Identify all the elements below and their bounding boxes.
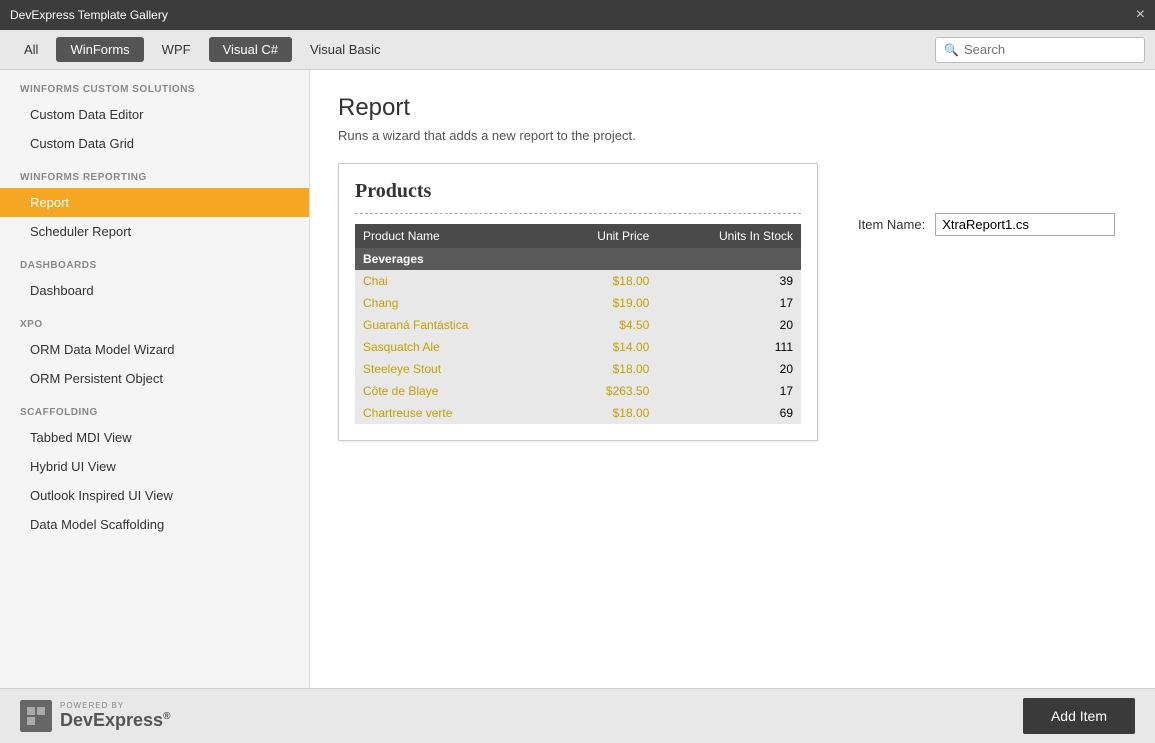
content-title: Report xyxy=(338,94,1127,122)
sidebar: WinForms Custom SolutionsCustom Data Edi… xyxy=(0,70,310,688)
sidebar-section-label: Scaffolding xyxy=(0,393,309,423)
sidebar-item-tabbed-mdi-view[interactable]: Tabbed MDI View xyxy=(0,423,309,452)
sidebar-section-label: Dashboards xyxy=(0,246,309,276)
item-name-label: Item Name: xyxy=(858,217,925,232)
tab-visual-basic[interactable]: Visual Basic xyxy=(296,37,395,62)
title-bar-title: DevExpress Template Gallery xyxy=(10,8,168,22)
col-unit-price: Unit Price xyxy=(549,224,658,248)
sidebar-item-hybrid-ui-view[interactable]: Hybrid UI View xyxy=(0,452,309,481)
search-box: 🔍 xyxy=(935,37,1145,63)
table-row: Sasquatch Ale$14.00111 xyxy=(355,336,801,358)
table-header-row: Product Name Unit Price Units In Stock xyxy=(355,224,801,248)
preview-section: Products Product Name Unit Price Units I… xyxy=(338,163,1127,441)
content-description: Runs a wizard that adds a new report to … xyxy=(338,128,1127,143)
close-button[interactable]: × xyxy=(1136,6,1145,24)
preview-report-title: Products xyxy=(355,180,801,203)
preview-table: Product Name Unit Price Units In Stock B… xyxy=(355,224,801,424)
table-group-row: Beverages xyxy=(355,248,801,270)
logo-svg xyxy=(25,705,47,727)
sidebar-item-data-model-scaffolding[interactable]: Data Model Scaffolding xyxy=(0,510,309,539)
search-icon: 🔍 xyxy=(944,43,959,57)
tab-visual-csharp[interactable]: Visual C# xyxy=(209,37,292,62)
main-layout: WinForms Custom SolutionsCustom Data Edi… xyxy=(0,70,1155,688)
table-row: Chartreuse verte$18.0069 xyxy=(355,402,801,424)
sidebar-section-label: WinForms Reporting xyxy=(0,158,309,188)
sidebar-item-outlook-inspired-ui-view[interactable]: Outlook Inspired UI View xyxy=(0,481,309,510)
tab-bar: All WinForms WPF Visual C# Visual Basic … xyxy=(0,30,1155,70)
col-product-name: Product Name xyxy=(355,224,549,248)
report-preview: Products Product Name Unit Price Units I… xyxy=(338,163,818,441)
title-bar: DevExpress Template Gallery × xyxy=(0,0,1155,30)
table-row: Steeleye Stout$18.0020 xyxy=(355,358,801,380)
table-row: Chai$18.0039 xyxy=(355,270,801,292)
devexpress-name: DevExpress® xyxy=(60,710,170,730)
sidebar-item-dashboard[interactable]: Dashboard xyxy=(0,276,309,305)
content-area: Report Runs a wizard that adds a new rep… xyxy=(310,70,1155,688)
table-row: Guaraná Fantástica$4.5020 xyxy=(355,314,801,336)
sidebar-section-label: XPO xyxy=(0,305,309,335)
sidebar-item-report[interactable]: Report xyxy=(0,188,309,217)
sidebar-item-custom-data-grid[interactable]: Custom Data Grid xyxy=(0,129,309,158)
tab-winforms[interactable]: WinForms xyxy=(56,37,143,62)
table-row: Chang$19.0017 xyxy=(355,292,801,314)
preview-header: Products xyxy=(355,180,801,214)
sidebar-item-orm-data-model-wizard[interactable]: ORM Data Model Wizard xyxy=(0,335,309,364)
footer: POWERED BY DevExpress® Add Item xyxy=(0,688,1155,743)
add-item-button[interactable]: Add Item xyxy=(1023,698,1135,734)
sidebar-item-scheduler-report[interactable]: Scheduler Report xyxy=(0,217,309,246)
devexpress-logo-icon xyxy=(20,700,52,732)
logo-text-block: POWERED BY DevExpress® xyxy=(60,701,170,731)
item-name-section: Item Name: xyxy=(858,193,1115,236)
table-row: Côte de Blaye$263.5017 xyxy=(355,380,801,402)
sidebar-section-label: WinForms Custom Solutions xyxy=(0,70,309,100)
footer-logo: POWERED BY DevExpress® xyxy=(20,700,170,732)
col-units-in-stock: Units In Stock xyxy=(657,224,801,248)
sidebar-item-orm-persistent-object[interactable]: ORM Persistent Object xyxy=(0,364,309,393)
sidebar-item-custom-data-editor[interactable]: Custom Data Editor xyxy=(0,100,309,129)
item-name-input[interactable] xyxy=(935,213,1115,236)
powered-by-text: POWERED BY xyxy=(60,701,170,710)
tab-wpf[interactable]: WPF xyxy=(148,37,205,62)
search-input[interactable] xyxy=(964,42,1136,57)
tab-all[interactable]: All xyxy=(10,37,52,62)
